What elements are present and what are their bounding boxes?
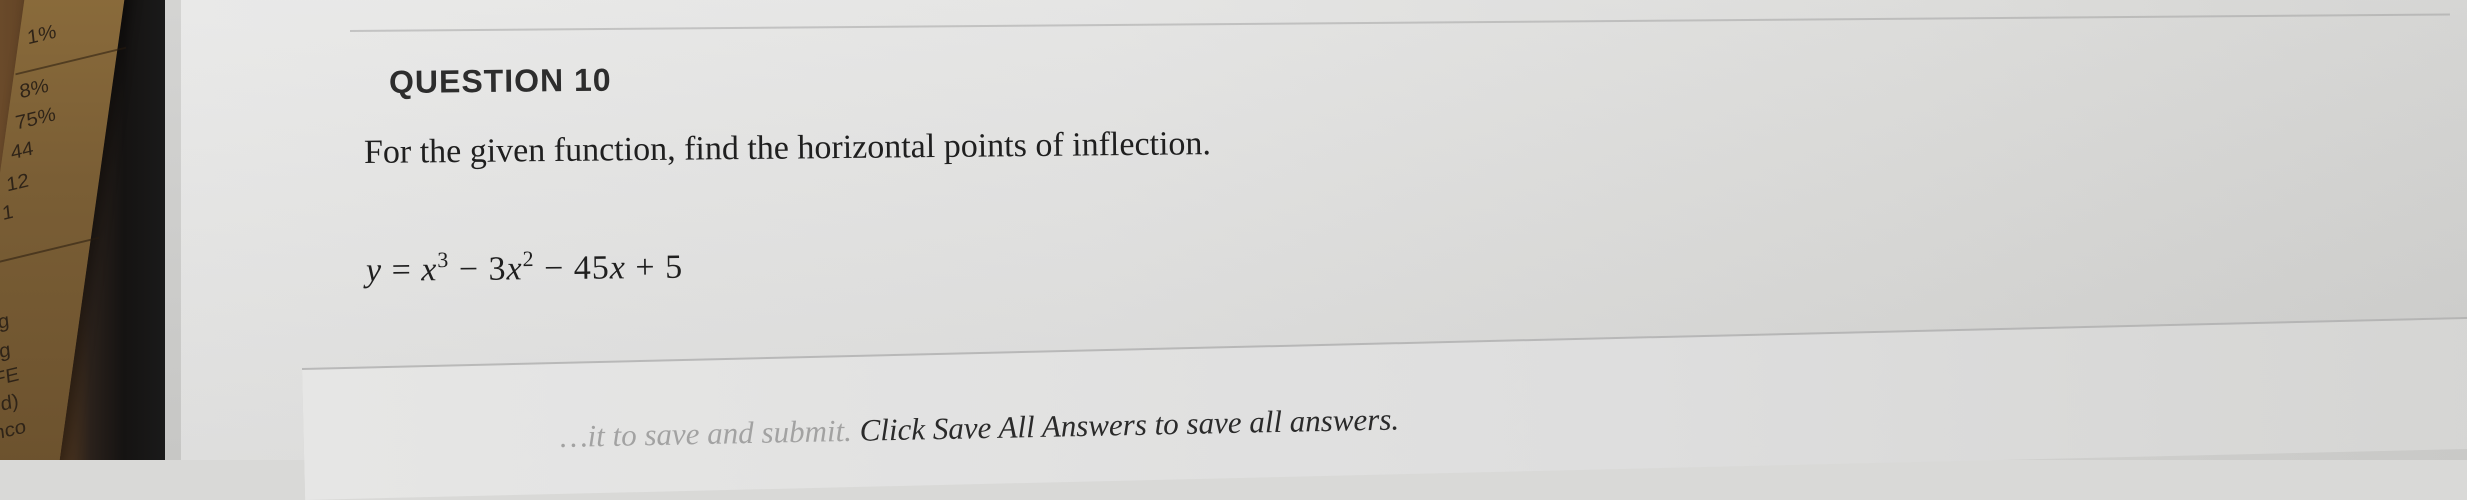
paper-label: 7 mco xyxy=(0,415,28,451)
sidebar-gutter xyxy=(165,0,181,460)
paper-label: 1 xyxy=(1,200,15,226)
equation-x: x xyxy=(421,251,438,289)
paper-rule xyxy=(15,46,127,76)
paper-rule xyxy=(0,236,100,266)
equation-exponent: 3 xyxy=(437,246,450,273)
equation-x: x xyxy=(609,249,627,287)
equation-x: x xyxy=(506,250,523,288)
question-equation: y = x3 − 3x2 − 45x + 5 xyxy=(365,246,684,290)
equation-term: + 5 xyxy=(625,248,684,287)
paper-label: 75% xyxy=(14,103,57,135)
equation-exponent: 2 xyxy=(522,246,535,272)
paper-label: ng xyxy=(0,309,11,337)
equation-y: y xyxy=(365,251,383,289)
paper-label: 1% xyxy=(26,20,58,50)
paper-label: mg xyxy=(0,338,12,368)
paper-label: 12 xyxy=(5,169,30,197)
background-paper: 1% 8% 75% 44 12 1 ng mg DFE acid) 7 mco xyxy=(0,0,127,460)
equation-term: − 3 xyxy=(449,250,507,289)
paper-label: 44 xyxy=(9,137,35,165)
equation-term: − 45 xyxy=(534,249,611,288)
desk-edge: 1% 8% 75% 44 12 1 ng mg DFE acid) 7 mco xyxy=(0,0,165,460)
question-title: QUESTION 10 xyxy=(388,61,612,100)
equation-equals: = xyxy=(381,251,422,289)
submit-instructions-partial: …it to save and submit. xyxy=(559,412,853,454)
paper-label: 8% xyxy=(18,74,50,104)
